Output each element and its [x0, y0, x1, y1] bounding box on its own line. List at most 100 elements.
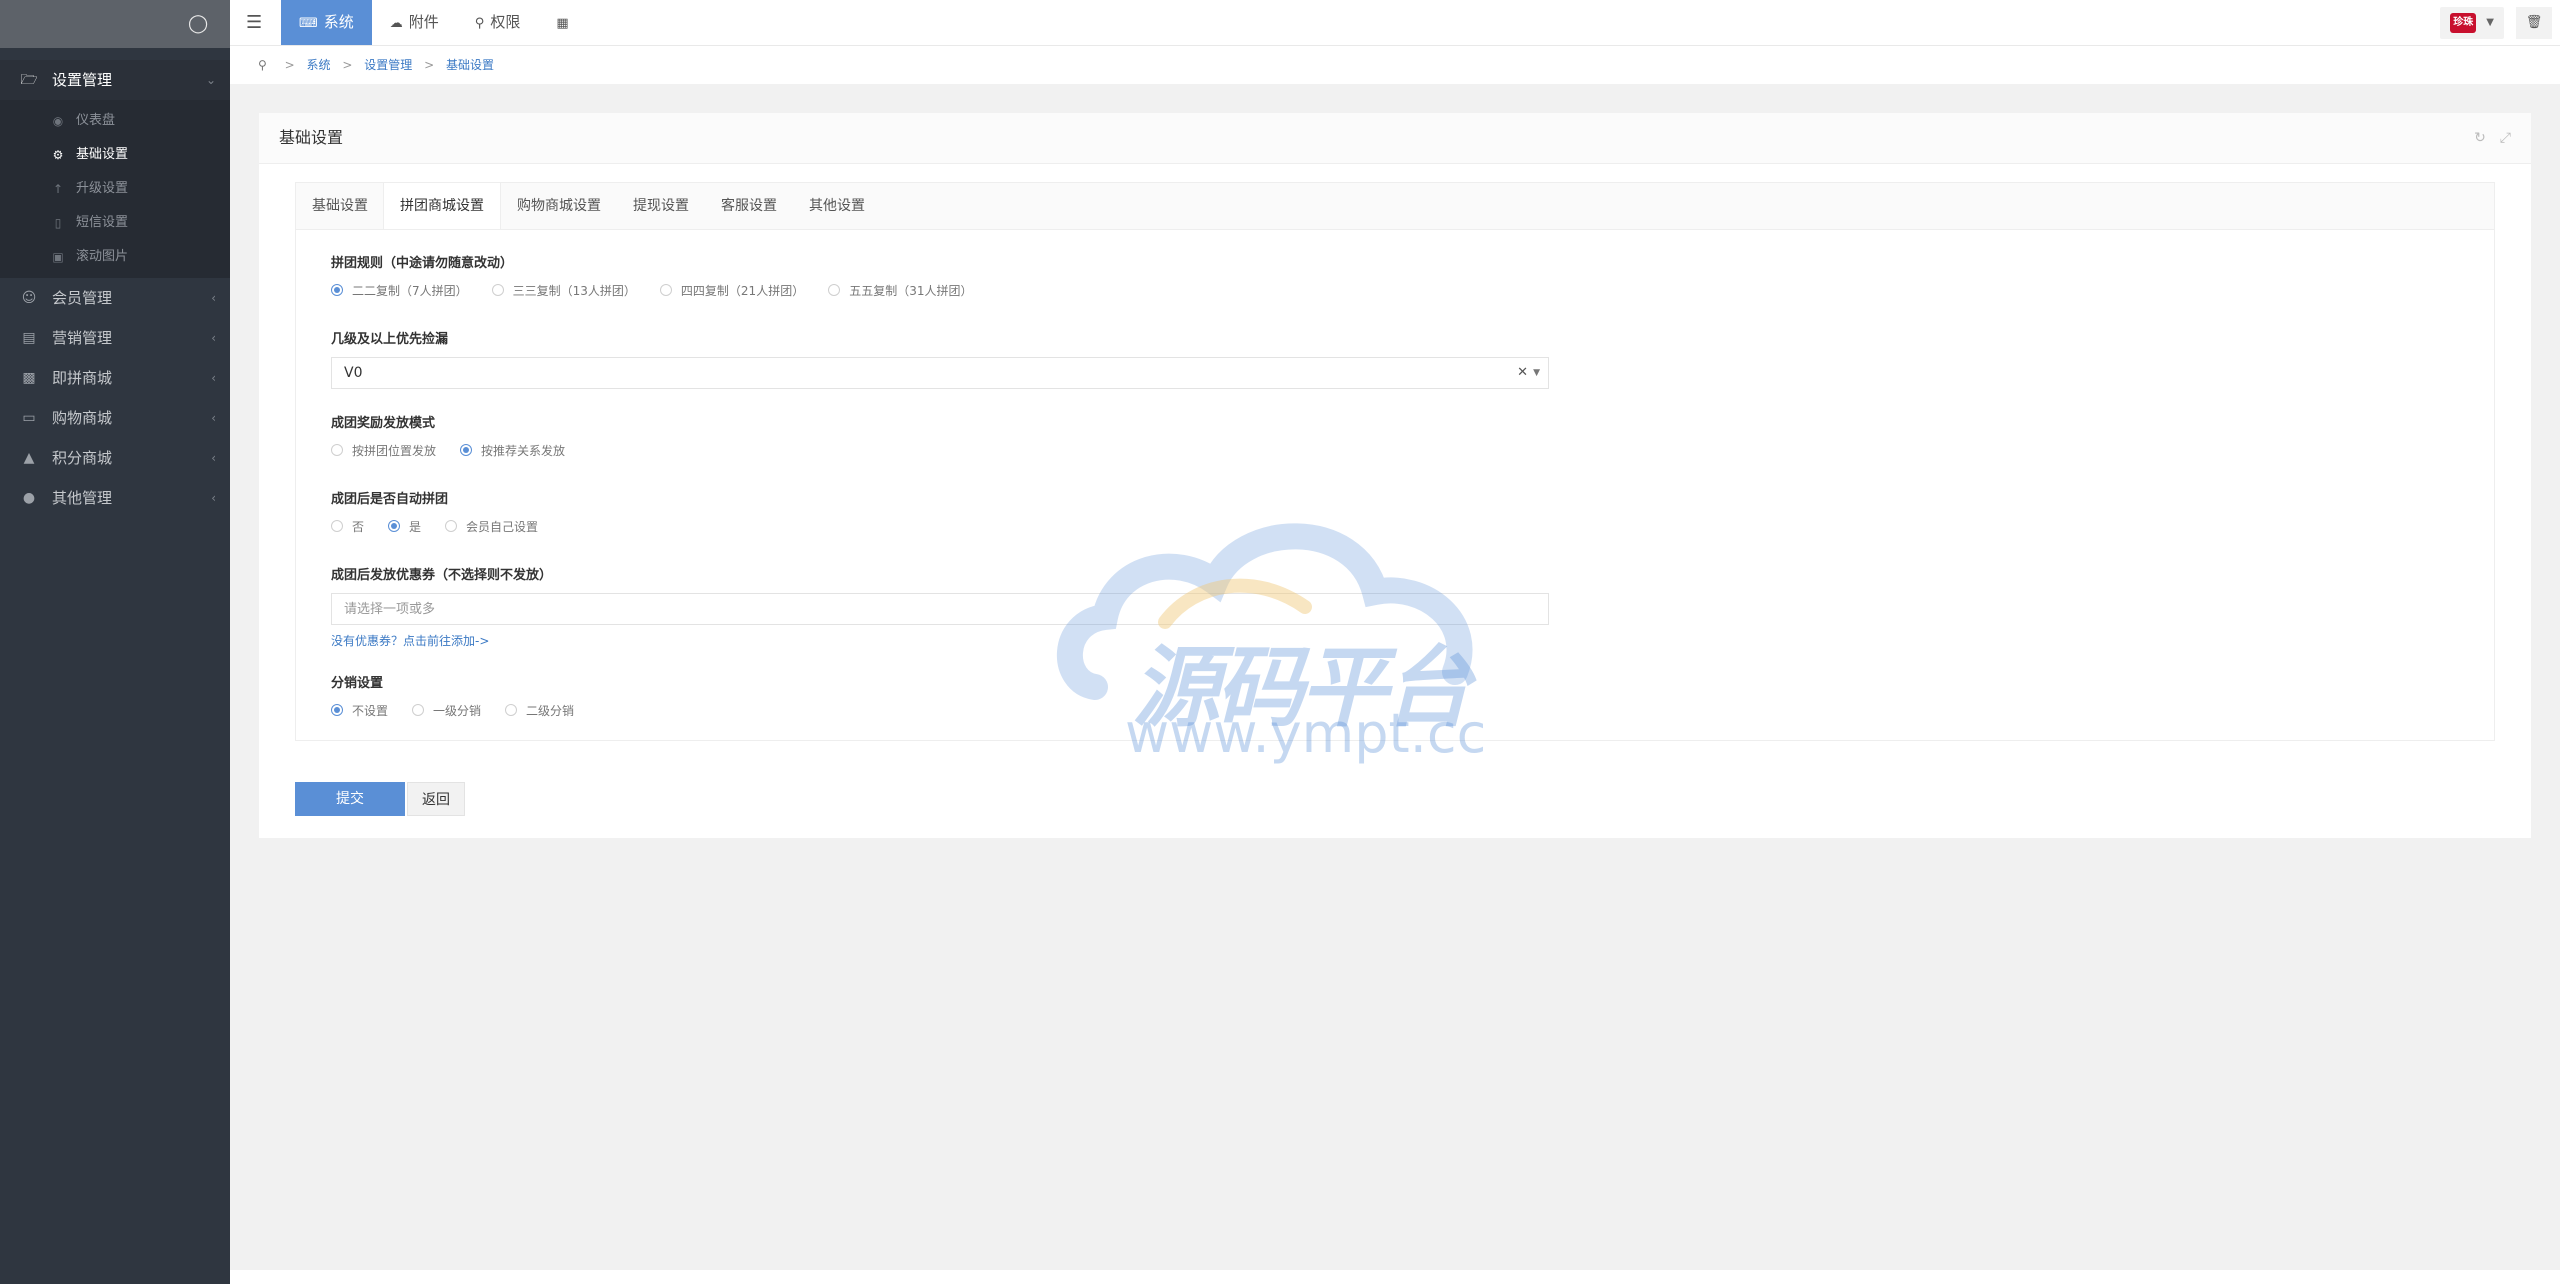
avatar: 珍珠	[2450, 12, 2477, 33]
panel-tools: ↻ ⤢	[2474, 113, 2511, 163]
radio-circle[interactable]	[505, 704, 518, 716]
form-actions: 提交 返回	[295, 782, 465, 816]
tab-withdraw-settings[interactable]: 提现设置	[617, 183, 705, 229]
building-icon: ▲	[23, 450, 35, 466]
sidebar-group-marketing[interactable]: ▤ 营销管理 ‹	[0, 318, 230, 358]
field-label: 拼团规则（中途请勿随意改动）	[331, 256, 514, 271]
breadcrumb-item[interactable]: 基础设置	[446, 58, 494, 72]
field-label: 成团后是否自动拼团	[331, 492, 449, 507]
arrow-up-icon: ↑	[52, 182, 64, 196]
sidebar-item-label: 升级设置	[76, 181, 129, 196]
sidebar-group-other[interactable]: ● 其他管理 ‹	[0, 478, 230, 518]
radio-option[interactable]: 二二复制（7人拼团）	[331, 282, 468, 299]
sidebar-group-points-mall[interactable]: ▲ 积分商城 ‹	[0, 438, 230, 478]
radio-circle[interactable]	[331, 704, 343, 716]
radio-option[interactable]: 四四复制（21人拼团）	[659, 282, 804, 299]
radio-circle[interactable]	[445, 520, 458, 532]
breadcrumb-item[interactable]: 设置管理	[364, 58, 412, 72]
sidebar: ◯ 🗁 设置管理 ⌄ ◉ 仪表盘 ⚙ 基础设置 ↑ 升级设置 ▯ 短信设置 ▣ …	[0, 0, 230, 1284]
radio-label: 五五复制（31人拼团）	[849, 283, 973, 298]
sidebar-group-settings[interactable]: 🗁 设置管理 ⌄	[0, 60, 230, 100]
clear-icon[interactable]: ✕	[1517, 358, 1528, 388]
radio-circle[interactable]	[331, 520, 343, 532]
sidebar-item-scroll-images[interactable]: ▣ 滚动图片	[0, 240, 230, 274]
sidebar-item-label: 仪表盘	[76, 113, 116, 128]
sidebar-item-label: 基础设置	[76, 147, 129, 162]
radio-circle[interactable]	[388, 520, 401, 532]
field-reward-mode: 成团奖励发放模式 按拼团位置发放 按推荐关系发放	[331, 415, 1551, 459]
sidebar-item-dashboard[interactable]: ◉ 仪表盘	[0, 104, 230, 138]
chevron-left-icon: ‹	[211, 331, 216, 345]
map-marker-icon: ⚲	[258, 58, 267, 72]
chevron-left-icon: ‹	[211, 491, 216, 505]
sidebar-group-shopping-mall[interactable]: ▭ 购物商城 ‹	[0, 398, 230, 438]
tab-other-settings[interactable]: 其他设置	[793, 183, 881, 229]
radio-option[interactable]: 一级分销	[412, 702, 481, 719]
breadcrumb-item[interactable]: 系统	[307, 58, 331, 72]
radio-circle[interactable]	[331, 444, 343, 456]
radio-option[interactable]: 不设置	[331, 702, 388, 719]
sidebar-brand: ◯	[0, 0, 230, 48]
radio-option[interactable]: 是	[388, 518, 421, 535]
watermark-url: www.ympt.cc	[1125, 702, 1487, 765]
sidebar-item-basic-settings[interactable]: ⚙ 基础设置	[0, 138, 230, 172]
field-priority-level: 几级及以上优先捡漏 V0 ✕ ▼	[331, 331, 1551, 389]
topbar: ☰ ⌨ 系统 ☁ 附件 ⚲ 权限 ▦ 珍珠 ▼ 🗑	[230, 0, 2560, 46]
top-nav-label: 权限	[490, 13, 521, 31]
refresh-icon[interactable]: ↻	[2474, 113, 2486, 163]
caret-down-icon[interactable]: ▼	[1533, 358, 1540, 388]
chevron-left-icon: ‹	[211, 371, 216, 385]
top-nav-grid[interactable]: ▦	[538, 0, 586, 45]
sidebar-item-sms-settings[interactable]: ▯ 短信设置	[0, 206, 230, 240]
level-select[interactable]: V0 ✕ ▼	[331, 357, 1549, 389]
radio-circle[interactable]	[331, 284, 343, 296]
sidebar-group-label: 即拼商城	[52, 369, 113, 387]
top-nav-permissions[interactable]: ⚲ 权限	[457, 0, 539, 45]
sidebar-group-label: 营销管理	[52, 329, 113, 347]
watermark: 源码平台 www.ympt.cc	[1055, 512, 1495, 765]
sidebar-group-label: 其他管理	[52, 489, 113, 507]
sidebar-group-members[interactable]: ☺ 会员管理 ‹	[0, 278, 230, 318]
money-icon: ▤	[22, 330, 36, 346]
radio-label: 不设置	[352, 703, 389, 718]
sidebar-group-group-buy-mall[interactable]: ▩ 即拼商城 ‹	[0, 358, 230, 398]
radio-option[interactable]: 三三复制（13人拼团）	[491, 282, 636, 299]
cart-icon: ▭	[22, 410, 36, 426]
radio-label: 二二复制（7人拼团）	[352, 283, 468, 298]
top-nav-system[interactable]: ⌨ 系统	[281, 0, 372, 45]
radio-circle[interactable]	[828, 284, 841, 296]
back-button[interactable]: 返回	[407, 782, 465, 816]
radio-option[interactable]: 二级分销	[505, 702, 574, 719]
droplet-icon[interactable]: ◯	[188, 14, 208, 34]
caret-down-icon: ▼	[2486, 16, 2494, 28]
radio-circle[interactable]	[491, 284, 504, 296]
radio-option[interactable]: 按拼团位置发放	[331, 442, 436, 459]
key-icon: ⚲	[474, 16, 485, 31]
top-nav-attachments[interactable]: ☁ 附件	[372, 0, 457, 45]
radio-circle[interactable]	[412, 704, 425, 716]
user-menu[interactable]: 珍珠 ▼	[2440, 6, 2504, 39]
radio-option[interactable]: 五五复制（31人拼团）	[828, 282, 972, 299]
tab-shopping-mall-settings[interactable]: 购物商城设置	[501, 183, 617, 229]
topbar-right: 珍珠 ▼ 🗑	[2440, 0, 2560, 45]
tab-basic-settings[interactable]: 基础设置	[296, 183, 384, 229]
tab-customer-service-settings[interactable]: 客服设置	[705, 183, 793, 229]
keyboard-icon: ⌨	[299, 16, 318, 31]
radio-label: 三三复制（13人拼团）	[512, 283, 636, 298]
radio-label: 会员自己设置	[466, 519, 539, 534]
radio-option[interactable]: 会员自己设置	[445, 518, 538, 535]
radio-circle[interactable]	[659, 284, 672, 296]
radio-label: 否	[352, 519, 365, 534]
radio-option[interactable]: 按推荐关系发放	[460, 442, 565, 459]
radio-option[interactable]: 否	[331, 518, 364, 535]
sidebar-item-upgrade-settings[interactable]: ↑ 升级设置	[0, 172, 230, 206]
fullscreen-icon[interactable]: ⤢	[2500, 113, 2511, 163]
submit-button[interactable]: 提交	[295, 782, 405, 816]
trash-icon[interactable]: 🗑	[2516, 6, 2552, 39]
sidebar-group-label: 购物商城	[52, 409, 113, 427]
radio-circle[interactable]	[460, 444, 473, 456]
dashboard-icon: ◉	[52, 114, 64, 128]
level-select-value: V0	[344, 365, 363, 381]
menu-toggle-icon[interactable]: ☰	[246, 0, 262, 45]
tab-group-buy-settings[interactable]: 拼团商城设置	[383, 183, 501, 229]
